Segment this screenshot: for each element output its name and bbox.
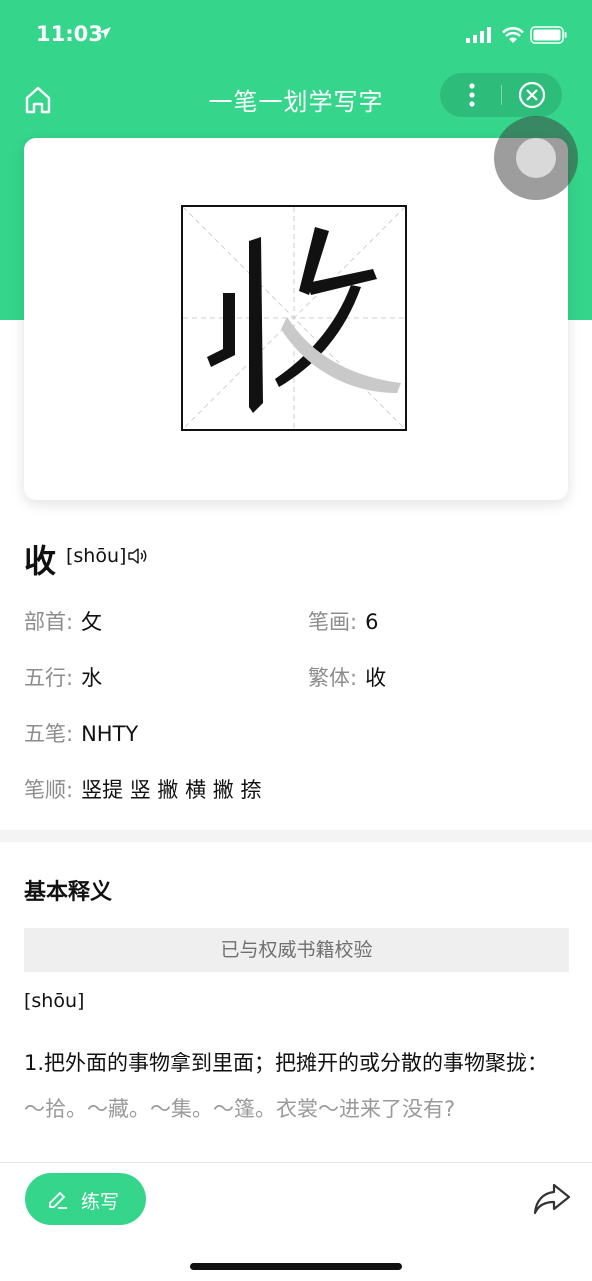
character-pinyin: [shōu] (66, 545, 127, 567)
home-indicator (190, 1263, 402, 1270)
verified-banner: 已与权威书籍校验 (24, 928, 569, 972)
info-row-radical: 部首: 攵 (24, 606, 102, 636)
definition-meaning: 1.把外面的事物拿到里面；把摊开的或分散的事物聚拢： (24, 1051, 549, 1075)
field-value: 水 (81, 666, 103, 690)
location-arrow-icon (99, 27, 111, 39)
status-bar: 11:03 (0, 0, 592, 70)
practice-writing-button[interactable]: 练写 (25, 1173, 146, 1225)
definition-examples: ～拾。～藏。～集。～篷。衣裳～进来了没有? (24, 1097, 456, 1121)
field-label: 五行: (24, 666, 74, 690)
close-icon (518, 81, 546, 109)
status-time: 11:03 (36, 22, 103, 46)
info-row-strokes: 笔画: 6 (308, 606, 378, 636)
info-row-traditional: 繁体: 收 (308, 662, 386, 692)
info-row-stroke-order: 笔顺: 竖提 竖 撇 横 撇 捺 (24, 774, 261, 804)
floating-button-knob (516, 138, 556, 178)
speaker-icon[interactable] (128, 548, 148, 564)
battery-icon (530, 26, 567, 44)
field-label: 笔顺: (24, 778, 74, 802)
writing-grid (182, 206, 406, 430)
field-label: 部首: (24, 610, 74, 634)
close-button[interactable] (502, 73, 562, 117)
section-divider (0, 830, 592, 842)
field-value: 竖提 竖 撇 横 撇 捺 (81, 778, 262, 802)
field-label: 笔画: (308, 610, 358, 634)
field-label: 五笔: (24, 722, 74, 746)
nav-bar: 一笔一划学写字 (0, 72, 592, 122)
more-button[interactable] (440, 73, 500, 117)
more-icon (469, 83, 475, 107)
signal-icon (466, 27, 491, 43)
info-row-five-elements: 五行: 水 (24, 662, 102, 692)
character-strokes (207, 227, 401, 413)
mini-program-capsule (440, 73, 562, 117)
character-card (24, 138, 568, 500)
character-title: 收 (24, 542, 57, 580)
basic-definition-title: 基本释义 (24, 880, 113, 905)
stroke-animation-box[interactable] (181, 205, 407, 431)
field-value: 攵 (81, 610, 103, 634)
bottom-bar: 练写 (0, 1162, 592, 1281)
practice-label: 练写 (81, 1191, 120, 1213)
field-label: 繁体: (308, 666, 358, 690)
field-value: 收 (365, 666, 387, 690)
floating-assistive-button[interactable] (494, 116, 578, 200)
definition-text: 1.把外面的事物拿到里面；把摊开的或分散的事物聚拢： ～拾。～藏。～集。～篷。衣裳… (24, 1040, 568, 1132)
share-icon (533, 1183, 571, 1215)
field-value: 6 (365, 610, 379, 634)
share-button[interactable] (532, 1181, 572, 1217)
definition-pinyin: [shōu] (24, 990, 85, 1012)
wifi-icon (502, 27, 524, 43)
pen-icon (49, 1192, 67, 1209)
info-row-wubi: 五笔: NHTY (24, 718, 138, 748)
field-value: NHTY (81, 722, 139, 746)
